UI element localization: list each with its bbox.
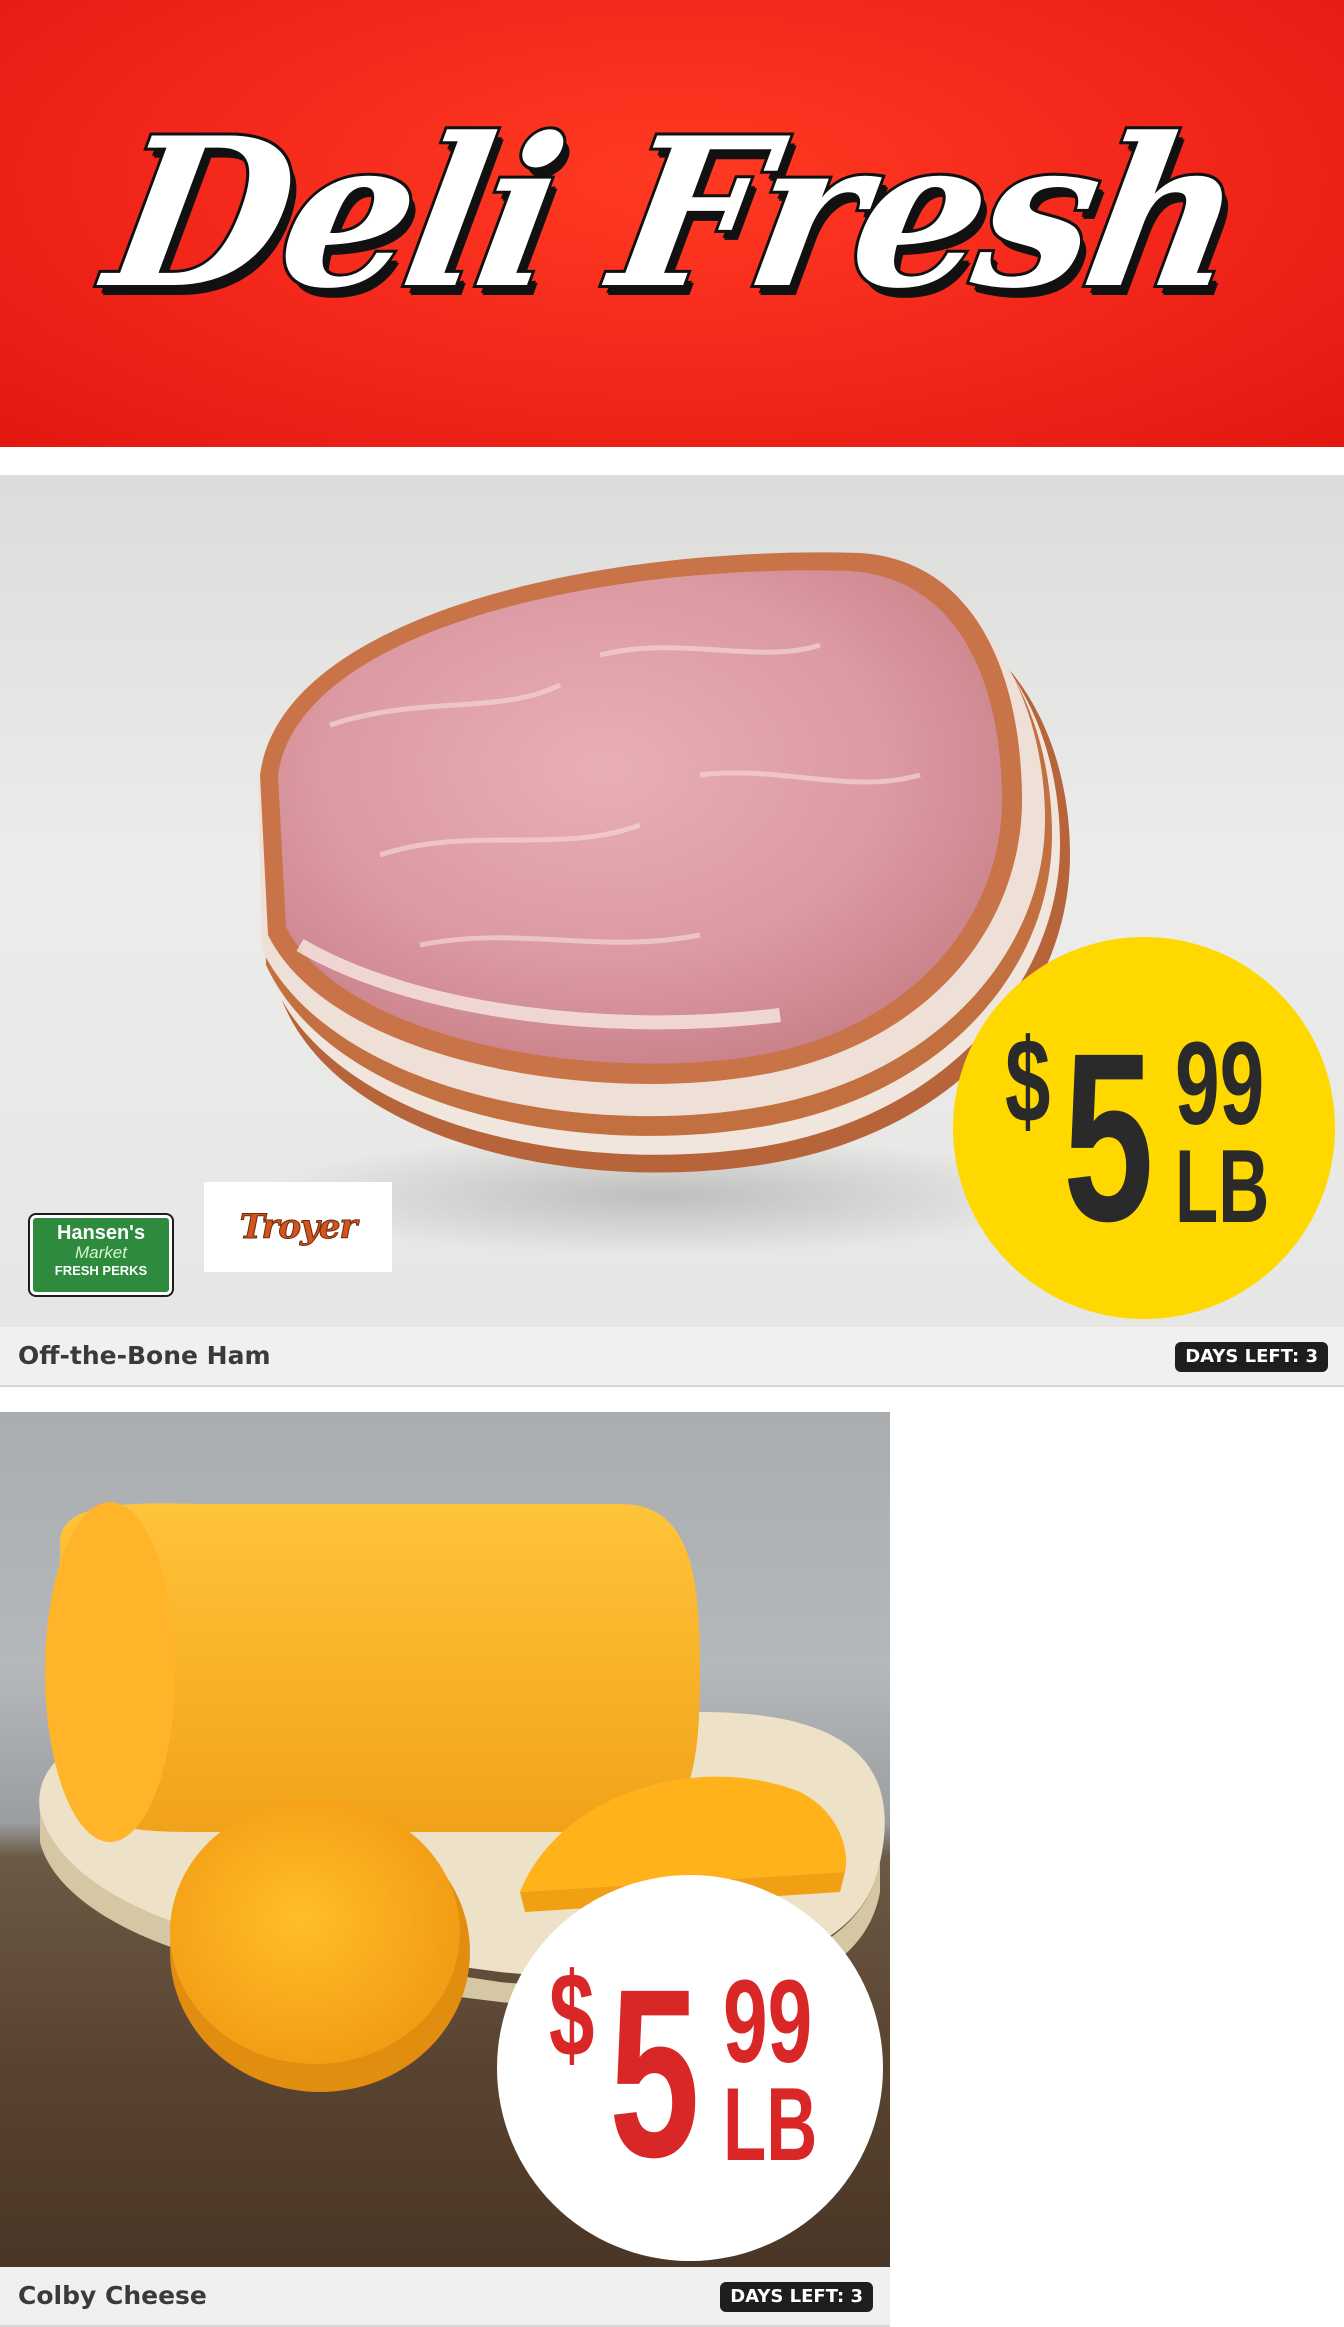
hansens-market-fresh-perks-logo: Hansen's Market FRESH PERKS [30, 1215, 172, 1295]
days-left-badge: DAYS LEFT: 3 [1175, 1342, 1328, 1372]
product-name: Off-the-Bone Ham [18, 1341, 271, 1370]
troyer-logo: Troyer [204, 1182, 392, 1272]
price-badge: $ 5 99 LB [953, 937, 1335, 1319]
price-cents: 99 [723, 1956, 813, 2088]
price-badge: $ 5 99 LB [497, 1875, 883, 2261]
days-left-badge: DAYS LEFT: 3 [720, 2282, 873, 2312]
logo-line-1: Hansen's [56, 1222, 146, 1244]
price-currency: $ [1005, 1014, 1051, 1148]
colby-cheese-photo: $ 5 99 LB [0, 1412, 890, 2267]
product-card-ham[interactable]: Hansen's Market FRESH PERKS Troyer $ 5 9… [0, 475, 1344, 1388]
price-whole: 5 [609, 1939, 700, 2207]
product-info-bar: Off-the-Bone Ham DAYS LEFT: 3 [0, 1327, 1344, 1387]
banner-title-wrap: Deli Fresh [0, 0, 1344, 447]
price-unit: LB [723, 2067, 818, 2183]
price-currency: $ [549, 1948, 595, 2082]
troyer-logo-text: Troyer [239, 1207, 358, 1248]
logo-line-2: Market [75, 1243, 127, 1262]
header-banner: Deli Fresh [0, 0, 1344, 447]
divider [0, 447, 1344, 475]
price-cents: 99 [1175, 1018, 1265, 1150]
price-unit: LB [1175, 1129, 1270, 1245]
product-info-bar: Colby Cheese DAYS LEFT: 3 [0, 2267, 890, 2327]
page-title: Deli Fresh [90, 91, 1258, 337]
sliced-ham-photo: Hansen's Market FRESH PERKS Troyer $ 5 9… [0, 475, 1344, 1327]
price-whole: 5 [1063, 1003, 1154, 1271]
product-name: Colby Cheese [18, 2281, 207, 2310]
product-card-colby-cheese[interactable]: $ 5 99 LB Colby Cheese DAYS LEFT: 3 [0, 1412, 890, 2327]
logo-line-3: FRESH PERKS [54, 1263, 148, 1278]
